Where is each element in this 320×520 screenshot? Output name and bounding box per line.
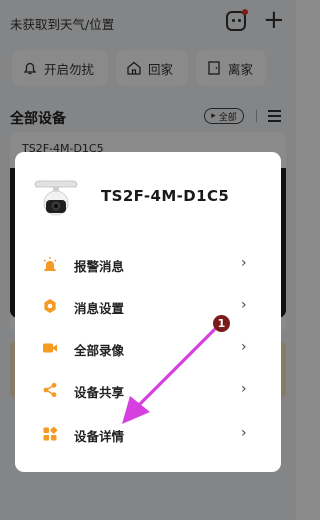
- menu-item-message-settings[interactable]: 消息设置 ›: [15, 289, 281, 323]
- chevron-right-icon: ›: [241, 381, 247, 397]
- chevron-right-icon: ›: [241, 339, 247, 355]
- camera-device-icon: [34, 180, 78, 216]
- popup-device-name: TS2F-4M-D1C5: [101, 187, 230, 205]
- menu-item-device-details[interactable]: 设备详情 ›: [15, 417, 281, 451]
- chevron-right-icon: ›: [241, 425, 247, 441]
- chevron-right-icon: ›: [241, 255, 247, 271]
- menu-item-alarm-messages[interactable]: 报警消息 ›: [15, 247, 281, 281]
- menu-item-all-recordings[interactable]: 全部录像 ›: [15, 331, 281, 365]
- video-camera-icon: [43, 343, 57, 353]
- grid-squares-icon: [43, 426, 58, 441]
- alarm-light-icon: [43, 257, 57, 271]
- settings-gear-icon: [44, 299, 56, 313]
- device-menu-popup: TS2F-4M-D1C5 报警消息 › 消息设置 › 全部录像 › 设备共享 ›: [15, 152, 281, 472]
- share-icon: [43, 382, 57, 398]
- menu-item-device-sharing[interactable]: 设备共享 ›: [15, 373, 281, 407]
- chevron-right-icon: ›: [241, 297, 247, 313]
- annotation-step-badge: 1: [213, 315, 230, 332]
